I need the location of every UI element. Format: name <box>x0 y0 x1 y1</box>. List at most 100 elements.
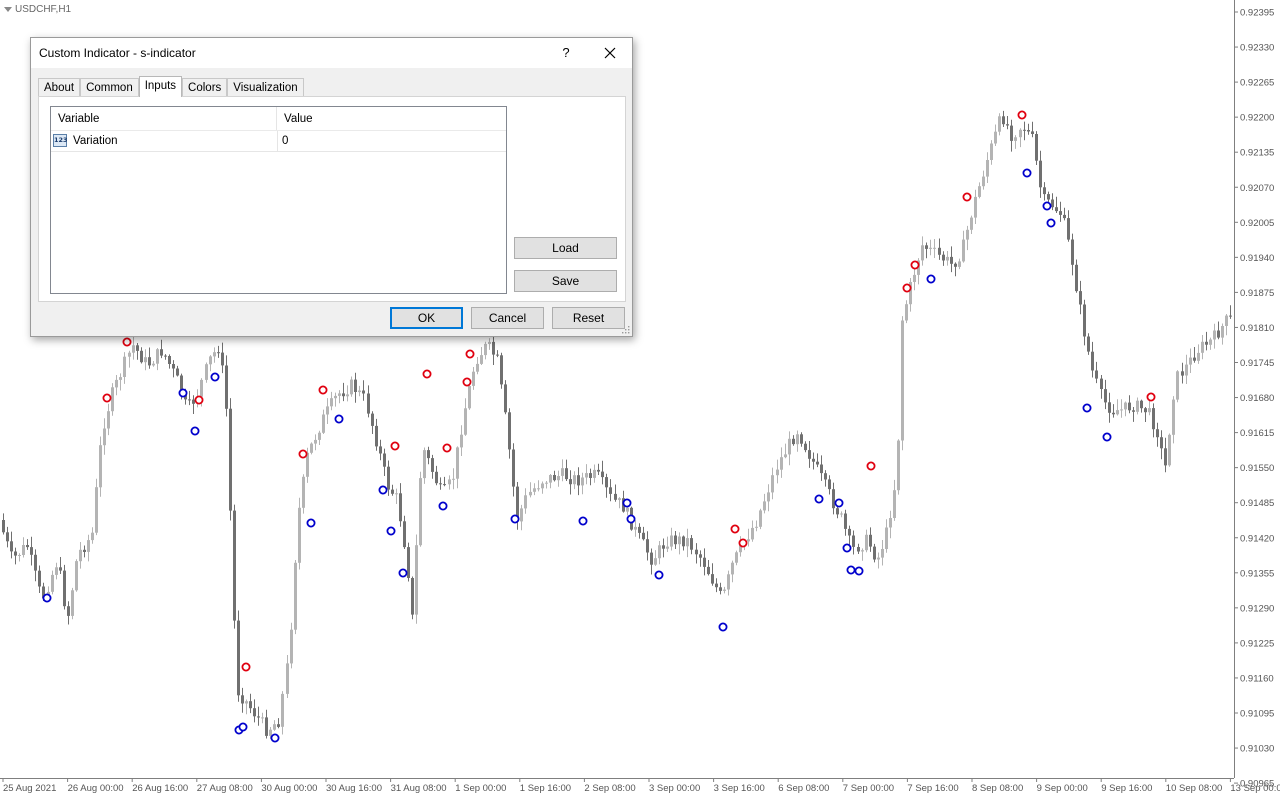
candle-body <box>905 304 908 321</box>
buy-signal-marker[interactable] <box>626 514 636 524</box>
sell-signal-marker[interactable] <box>465 349 475 359</box>
dialog-titlebar[interactable]: Custom Indicator - s-indicator ? <box>31 38 632 68</box>
candle-body <box>205 364 208 380</box>
tab-common[interactable]: Common <box>80 78 139 97</box>
buy-signal-marker[interactable] <box>178 388 188 398</box>
candle-body <box>784 454 787 458</box>
buy-signal-marker[interactable] <box>334 414 344 424</box>
buy-signal-marker[interactable] <box>1042 201 1052 211</box>
load-button[interactable]: Load <box>514 237 617 259</box>
buy-signal-marker[interactable] <box>846 565 856 575</box>
time-axis-label: 31 Aug 08:00 <box>391 783 447 794</box>
buy-signal-marker[interactable] <box>578 516 588 526</box>
buy-signal-marker[interactable] <box>718 622 728 632</box>
buy-signal-marker[interactable] <box>854 566 864 576</box>
buy-signal-marker[interactable] <box>842 543 852 553</box>
sell-signal-marker[interactable] <box>102 393 112 403</box>
candle-body <box>107 411 110 429</box>
candle-body <box>998 116 1001 132</box>
buy-signal-marker[interactable] <box>1046 218 1056 228</box>
candle-body <box>861 550 864 552</box>
sell-signal-marker[interactable] <box>422 369 432 379</box>
buy-signal-marker[interactable] <box>1082 403 1092 413</box>
close-button[interactable] <box>597 42 623 64</box>
sell-signal-marker[interactable] <box>122 337 132 347</box>
sell-signal-marker[interactable] <box>318 385 328 395</box>
candle-body <box>537 488 540 490</box>
buy-signal-marker[interactable] <box>210 372 220 382</box>
sell-signal-marker[interactable] <box>1017 110 1027 120</box>
candle-body <box>160 349 163 356</box>
candle-body <box>1189 357 1192 365</box>
sell-signal-marker[interactable] <box>962 192 972 202</box>
buy-signal-marker[interactable] <box>378 485 388 495</box>
time-axis-label: 2 Sep 08:00 <box>584 783 635 794</box>
buy-signal-marker[interactable] <box>306 518 316 528</box>
column-header-value[interactable]: Value <box>278 107 506 130</box>
inputs-table[interactable]: Variable Value 123 Variation 0 <box>50 106 507 294</box>
variable-value-cell[interactable]: 0 <box>282 135 288 147</box>
time-axis-label: 9 Sep 00:00 <box>1037 783 1088 794</box>
buy-signal-marker[interactable] <box>190 426 200 436</box>
tab-colors[interactable]: Colors <box>182 78 228 97</box>
sell-signal-marker[interactable] <box>866 461 876 471</box>
candle-body <box>938 247 941 255</box>
tab-about[interactable]: About <box>38 78 81 97</box>
buy-signal-marker[interactable] <box>622 498 632 508</box>
buy-signal-marker[interactable] <box>814 494 824 504</box>
sell-signal-marker[interactable] <box>194 395 204 405</box>
candle-body <box>375 425 378 447</box>
tab-visualization[interactable]: Visualization <box>227 78 304 97</box>
sell-signal-marker[interactable] <box>241 662 251 672</box>
buy-signal-marker[interactable] <box>654 570 664 580</box>
table-row[interactable]: 123 Variation 0 <box>51 130 506 152</box>
cancel-button[interactable]: Cancel <box>471 307 544 329</box>
buy-signal-marker[interactable] <box>926 274 936 284</box>
sell-signal-marker[interactable] <box>730 524 740 534</box>
candle-body <box>140 350 143 363</box>
sell-signal-marker[interactable] <box>910 260 920 270</box>
reset-button[interactable]: Reset <box>552 307 625 329</box>
ok-button[interactable]: OK <box>390 307 463 329</box>
candle-body <box>1164 448 1167 466</box>
candle-body <box>824 473 827 480</box>
buy-signal-marker[interactable] <box>438 501 448 511</box>
column-header-variable[interactable]: Variable <box>51 107 277 130</box>
candle-body <box>460 434 463 448</box>
save-button[interactable]: Save <box>514 270 617 292</box>
buy-signal-marker[interactable] <box>270 733 280 743</box>
price-axis-label: 0.92070 <box>1240 183 1274 194</box>
sell-signal-marker[interactable] <box>298 449 308 459</box>
candle-body <box>2 520 5 533</box>
sell-signal-marker[interactable] <box>442 443 452 453</box>
candle-body <box>1039 160 1042 188</box>
candle-body <box>832 489 835 509</box>
sell-signal-marker[interactable] <box>738 538 748 548</box>
buy-signal-marker[interactable] <box>386 526 396 536</box>
candle-body <box>136 345 139 351</box>
sell-signal-marker[interactable] <box>1146 392 1156 402</box>
buy-signal-marker[interactable] <box>398 568 408 578</box>
buy-signal-marker[interactable] <box>42 593 52 603</box>
price-axis-label: 0.92135 <box>1240 148 1274 159</box>
buy-signal-marker[interactable] <box>510 514 520 524</box>
candle-body <box>229 408 232 511</box>
sell-signal-marker[interactable] <box>390 441 400 451</box>
sell-signal-marker[interactable] <box>902 283 912 293</box>
resize-grip-icon[interactable] <box>622 326 630 334</box>
time-axis-label: 1 Sep 00:00 <box>455 783 506 794</box>
sell-signal-marker[interactable] <box>462 377 472 387</box>
candle-body <box>176 368 179 376</box>
candle-body <box>423 450 426 479</box>
candle-body <box>1063 214 1066 219</box>
price-axis-label: 0.92330 <box>1240 43 1274 54</box>
candle-body <box>415 545 418 615</box>
tab-inputs[interactable]: Inputs <box>138 76 183 97</box>
candle-body <box>225 365 228 409</box>
chart-symbol-label[interactable]: USDCHF,H1 <box>4 4 71 15</box>
help-button[interactable]: ? <box>553 42 579 64</box>
buy-signal-marker[interactable] <box>834 498 844 508</box>
buy-signal-marker[interactable] <box>238 722 248 732</box>
buy-signal-marker[interactable] <box>1102 432 1112 442</box>
buy-signal-marker[interactable] <box>1022 168 1032 178</box>
